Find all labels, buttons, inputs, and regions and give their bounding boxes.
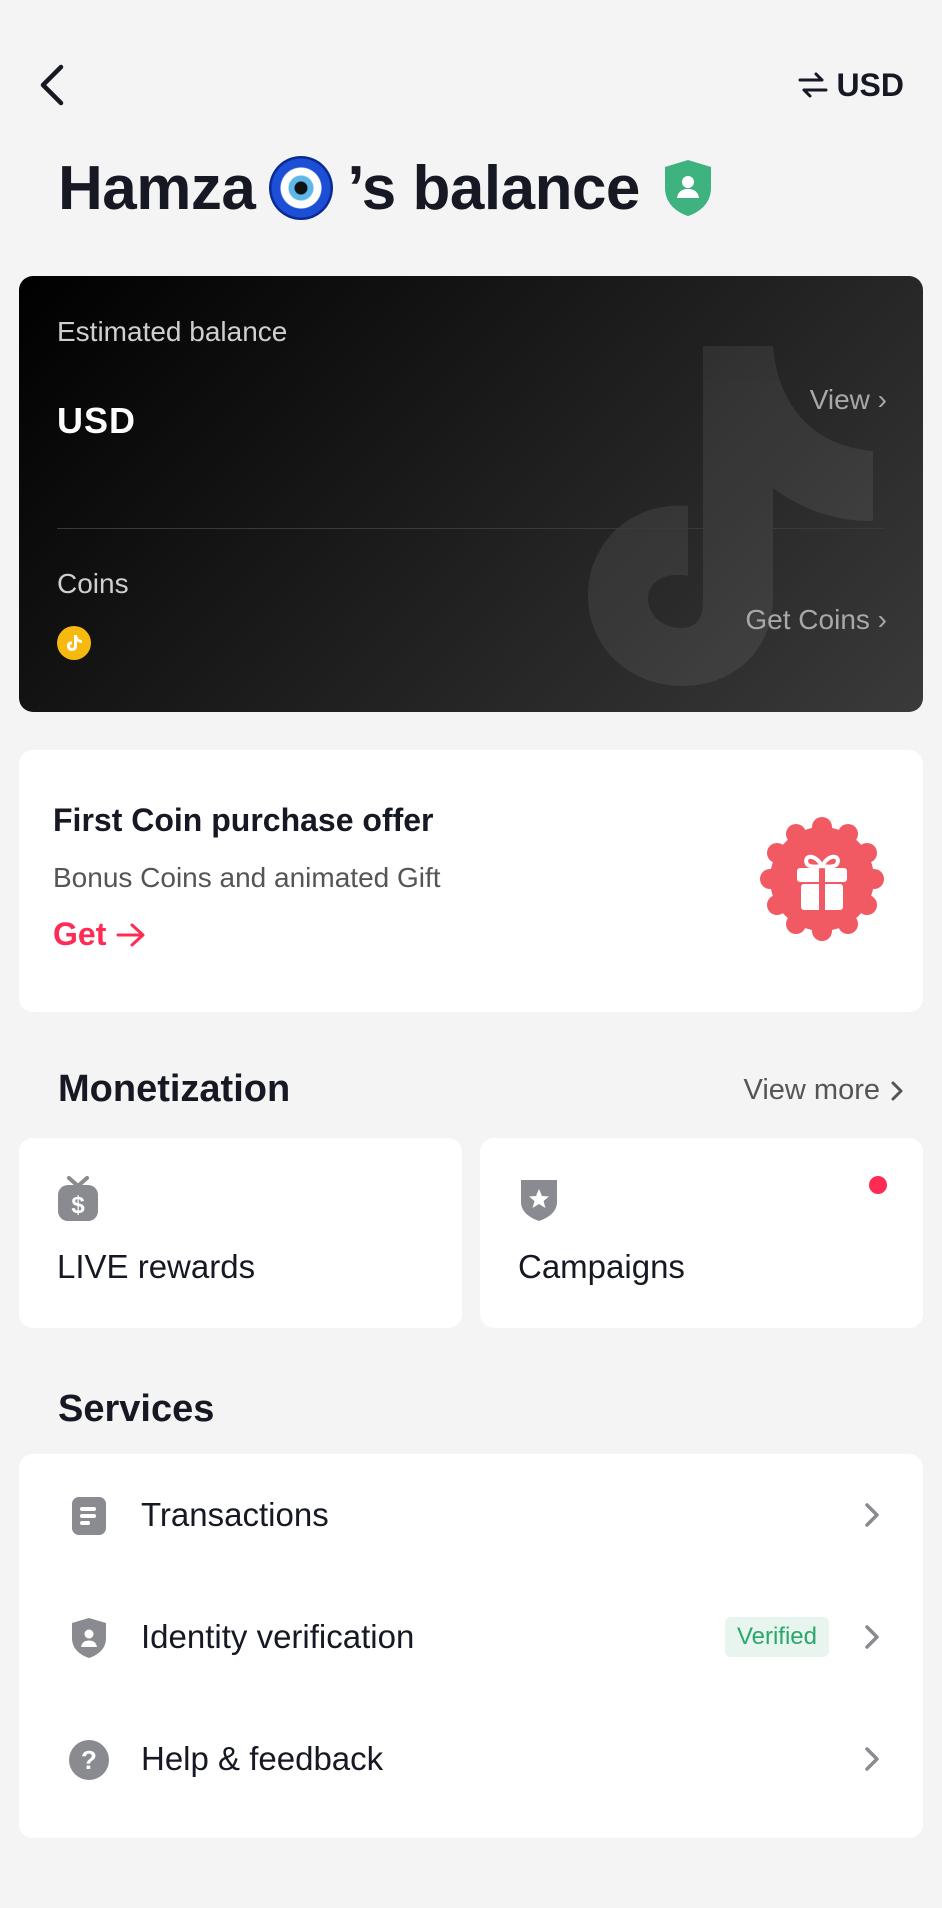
svg-text:$: $ xyxy=(71,1192,85,1219)
offer-subtitle: Bonus Coins and animated Gift xyxy=(53,862,441,893)
notification-dot xyxy=(869,1176,887,1194)
document-icon xyxy=(67,1494,111,1538)
coin-icon xyxy=(57,626,91,660)
card-divider xyxy=(57,528,885,529)
help-feedback-label: Help & feedback xyxy=(141,1740,384,1777)
chevron-right-icon xyxy=(865,1625,879,1649)
campaigns-label: Campaigns xyxy=(518,1248,685,1285)
view-balance-link[interactable]: View › xyxy=(810,384,887,416)
gift-icon xyxy=(760,817,884,941)
view-more-link[interactable]: View more xyxy=(744,1074,904,1107)
service-item-transactions[interactable]: Transactions xyxy=(19,1454,923,1576)
campaigns-card[interactable]: Campaigns xyxy=(480,1138,923,1328)
chevron-right-icon xyxy=(865,1747,879,1771)
service-item-identity-verification[interactable]: Identity verification Verified xyxy=(19,1576,923,1698)
get-coins-link[interactable]: Get Coins › xyxy=(745,604,887,636)
view-more-label: View more xyxy=(743,1074,880,1106)
swap-arrows-icon xyxy=(798,72,828,98)
person-shield-icon xyxy=(67,1616,111,1660)
first-purchase-offer-card[interactable]: First Coin purchase offer Bonus Coins an… xyxy=(19,750,923,1012)
transactions-label: Transactions xyxy=(141,1496,329,1533)
monetization-title: Monetization xyxy=(58,1068,291,1110)
user-name: Hamza xyxy=(58,153,256,223)
title-suffix: ’s balance xyxy=(347,153,640,223)
star-shield-icon xyxy=(521,1180,557,1221)
page-title: Hamza ’s balance xyxy=(58,148,714,228)
verified-shield-icon xyxy=(664,160,711,216)
money-tv-icon: $ xyxy=(58,1176,98,1221)
services-list: Transactions Identity verification Verif… xyxy=(19,1454,923,1838)
balance-page: USD Hamza ’s balance Estimated balance U… xyxy=(0,0,942,1908)
question-circle-icon: ? xyxy=(67,1738,111,1782)
back-button[interactable] xyxy=(30,58,74,112)
live-rewards-card[interactable]: $ LIVE rewards xyxy=(19,1138,462,1328)
back-chevron-icon xyxy=(40,64,64,106)
estimated-balance-label: Estimated balance xyxy=(57,316,288,347)
balance-currency: USD xyxy=(57,400,137,441)
verified-badge: Verified xyxy=(724,1617,829,1657)
top-bar: USD xyxy=(0,50,942,120)
nazar-amulet-emoji xyxy=(269,156,334,220)
services-title: Services xyxy=(58,1388,215,1430)
currency-switch-button[interactable]: USD xyxy=(798,62,904,108)
offer-get-button[interactable]: Get xyxy=(53,916,146,953)
chevron-right-icon xyxy=(891,1081,903,1100)
currency-label: USD xyxy=(836,66,904,103)
offer-get-label: Get xyxy=(53,916,107,952)
service-item-help-feedback[interactable]: ? Help & feedback xyxy=(19,1698,923,1820)
svg-text:?: ? xyxy=(81,1745,97,1775)
balance-card: Estimated balance USD View › Coins Get C… xyxy=(19,276,923,712)
coins-label: Coins xyxy=(57,568,129,599)
offer-title: First Coin purchase offer xyxy=(53,802,434,838)
live-rewards-label: LIVE rewards xyxy=(57,1248,256,1285)
identity-verification-label: Identity verification xyxy=(141,1618,415,1655)
logo-watermark-icon xyxy=(588,346,873,686)
arrow-right-icon xyxy=(116,923,145,946)
chevron-right-icon xyxy=(865,1503,879,1527)
